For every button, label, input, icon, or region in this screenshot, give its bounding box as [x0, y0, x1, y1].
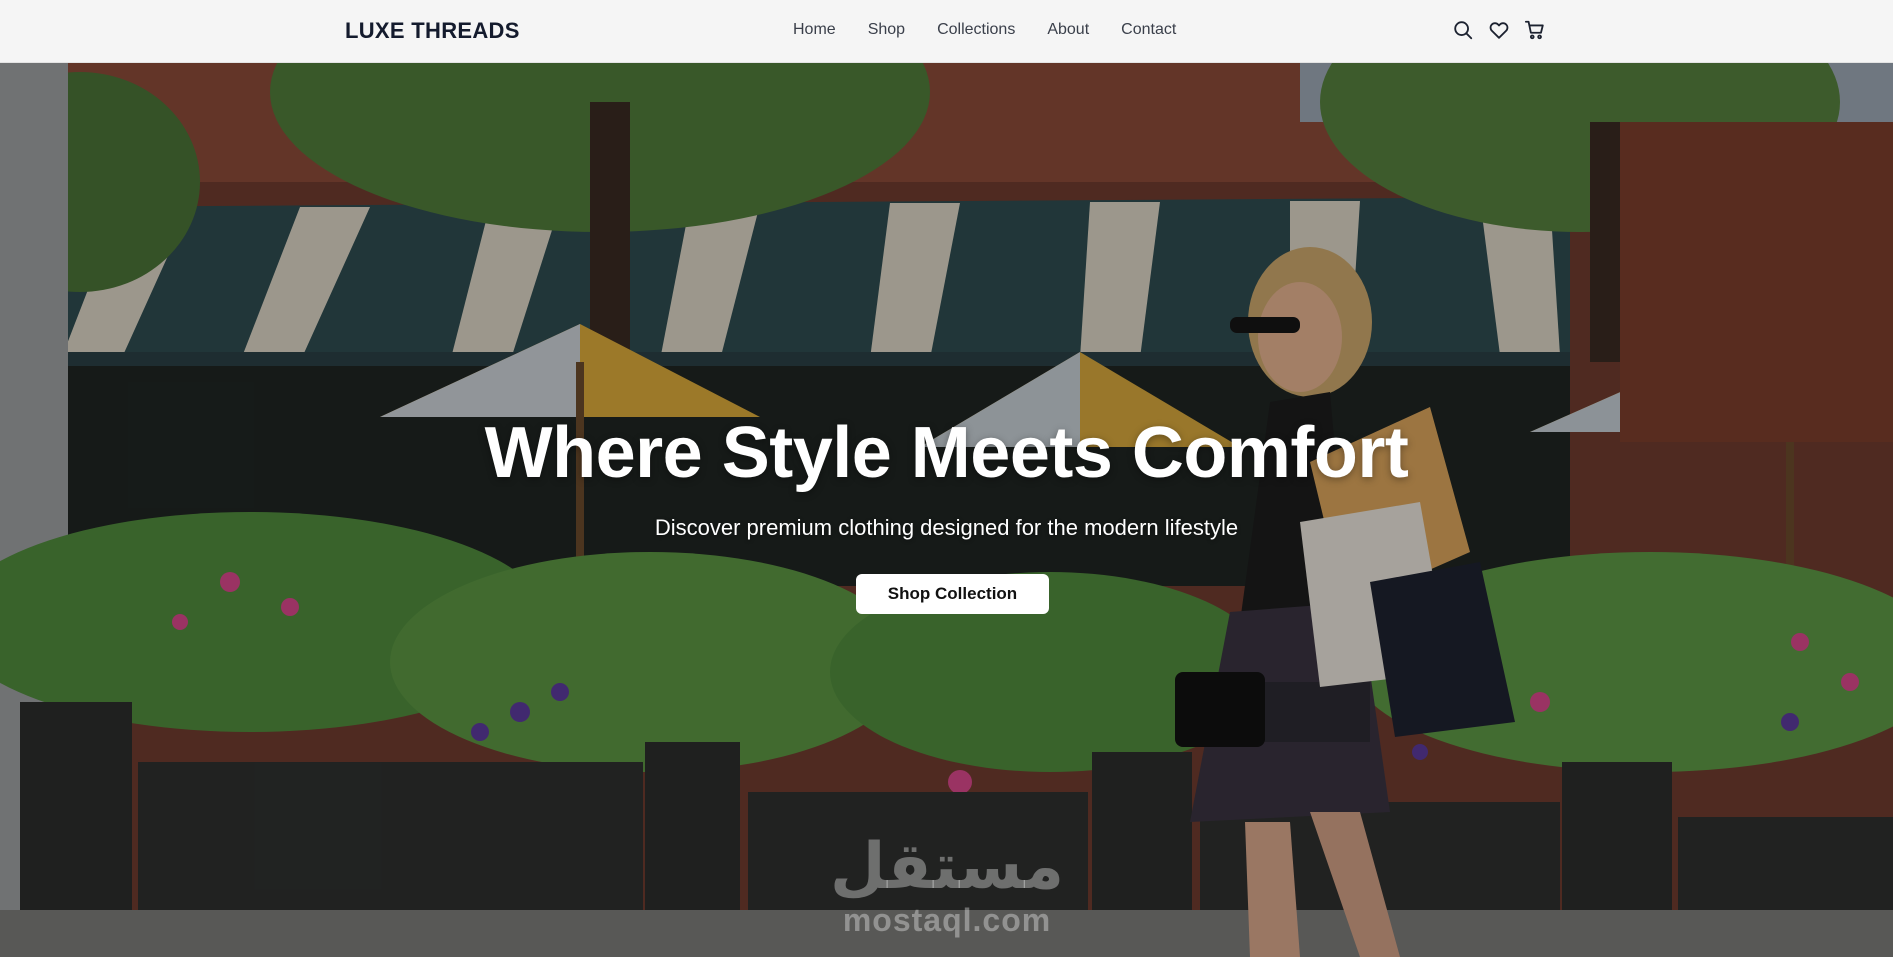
watermark-arabic: مستقل	[829, 830, 1065, 904]
nav-home[interactable]: Home	[793, 21, 836, 39]
brand-logo[interactable]: LUXE THREADS	[345, 18, 520, 44]
watermark: مستقل mostaql.com	[822, 832, 1072, 939]
watermark-latin: mostaql.com	[842, 902, 1052, 938]
site-header: LUXE THREADS Home Shop Collections About…	[0, 0, 1893, 63]
shop-collection-button[interactable]: Shop Collection	[856, 574, 1049, 614]
cart-icon[interactable]	[1524, 19, 1546, 41]
main-nav: Home Shop Collections About Contact	[793, 21, 1208, 39]
nav-contact[interactable]: Contact	[1121, 21, 1176, 39]
hero-section: Where Style Meets Comfort Discover premi…	[0, 62, 1893, 957]
nav-collections[interactable]: Collections	[937, 21, 1015, 39]
header-actions	[1452, 19, 1546, 41]
hero-title: Where Style Meets Comfort	[484, 413, 1409, 493]
nav-shop[interactable]: Shop	[868, 21, 905, 39]
hero-subtitle: Discover premium clothing designed for t…	[654, 515, 1239, 540]
hero-overlay	[0, 62, 1893, 957]
search-icon[interactable]	[1452, 19, 1474, 41]
heart-icon[interactable]	[1488, 19, 1510, 41]
nav-about[interactable]: About	[1047, 21, 1089, 39]
